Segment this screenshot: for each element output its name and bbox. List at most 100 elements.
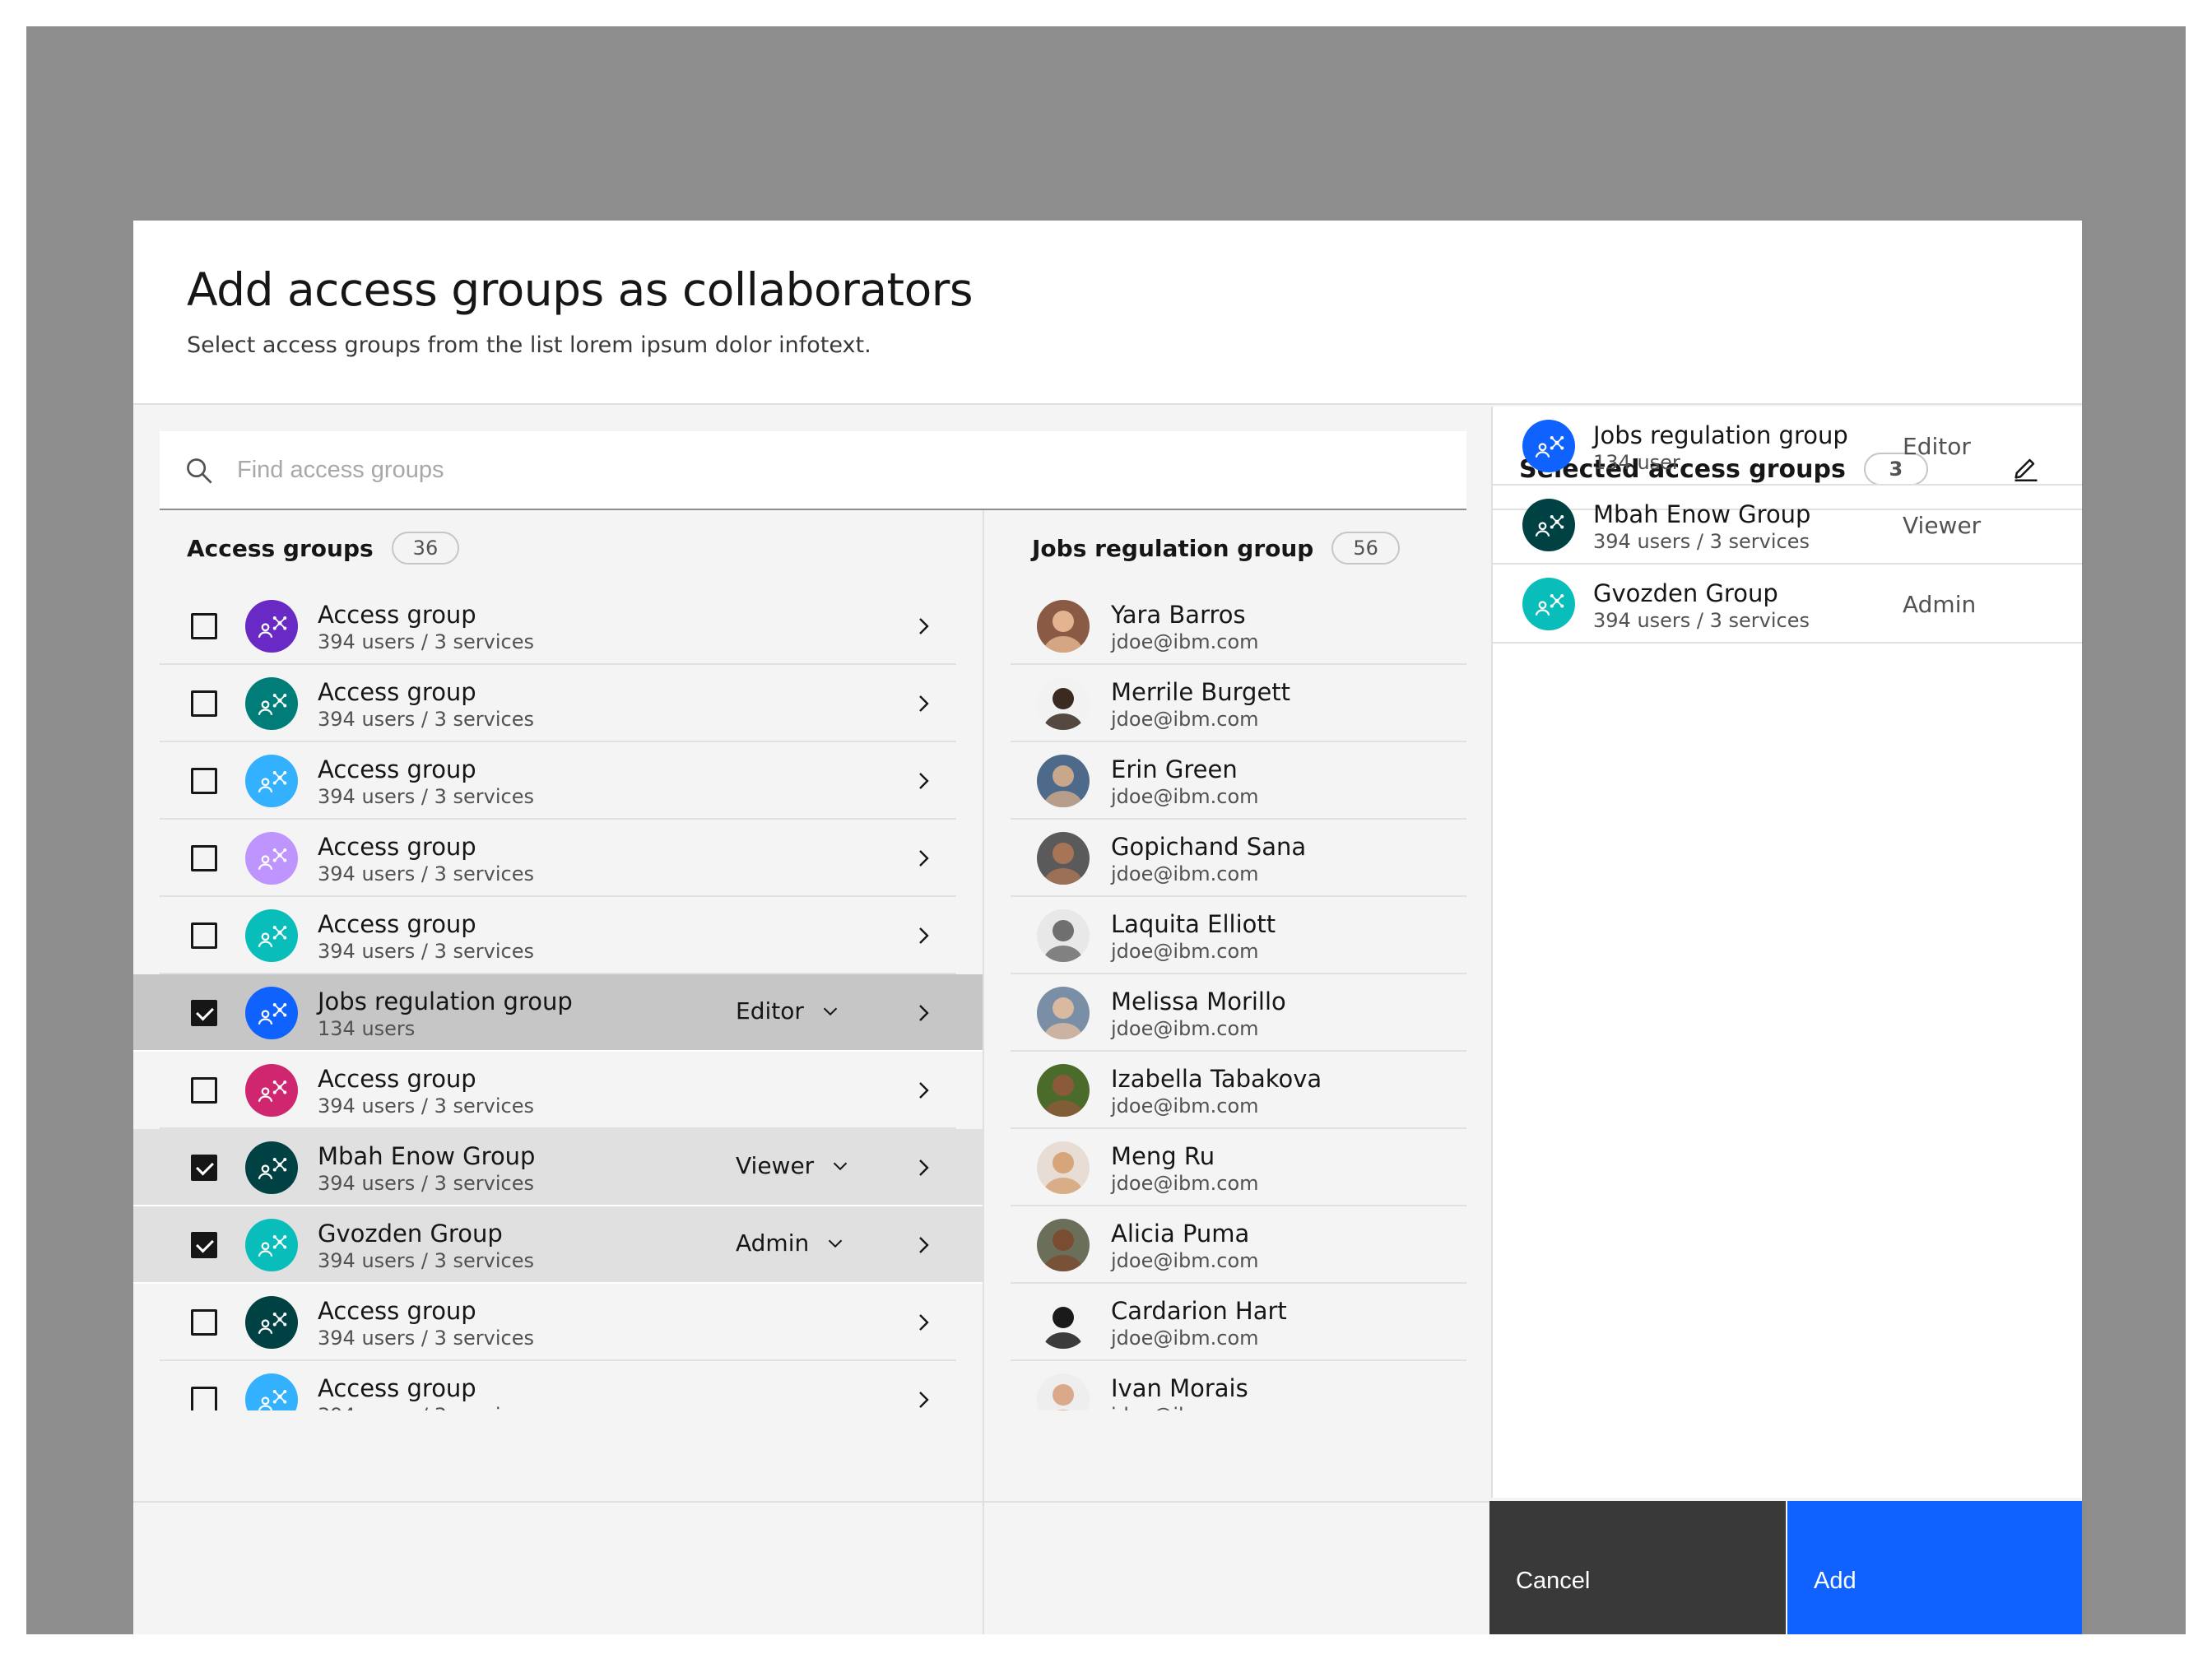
cancel-button[interactable]: Cancel (1489, 1501, 1786, 1634)
member-row: Gopichand Sana jdoe@ibm.com (1011, 820, 1466, 897)
chevron-right-icon[interactable] (910, 1077, 936, 1104)
chevron-right-icon[interactable] (910, 613, 936, 639)
group-name: Gvozden Group (318, 1220, 503, 1248)
group-avatar (245, 600, 298, 653)
access-group-list: Access group 394 users / 3 services Access… (133, 588, 983, 1410)
chevron-right-icon[interactable] (910, 922, 936, 949)
access-group-row[interactable]: Access group394 users / 3 services (133, 588, 983, 665)
group-avatar (1522, 499, 1575, 551)
access-group-icon (258, 694, 287, 715)
modal-subtitle: Select access groups from the list lorem… (187, 332, 871, 358)
access-group-icon (258, 1390, 287, 1410)
access-group-row[interactable]: Access group394 users / 3 services (133, 1284, 983, 1361)
access-group-row[interactable]: Access group394 users / 3 services (133, 897, 983, 974)
person-photo-icon (1043, 688, 1083, 730)
role-dropdown[interactable]: Viewer (736, 1152, 850, 1179)
access-groups-count: 36 (391, 532, 460, 565)
member-row: Alicia Puma jdoe@ibm.com (1011, 1206, 1466, 1284)
group-checkbox[interactable] (191, 1155, 217, 1181)
group-checkbox[interactable] (191, 613, 217, 639)
chevron-right-icon[interactable] (910, 1000, 936, 1026)
group-checkbox[interactable] (191, 845, 217, 871)
group-checkbox[interactable] (191, 768, 217, 794)
chevron-down-icon (823, 1007, 838, 1015)
access-group-row[interactable]: Access group394 users / 3 services (133, 1361, 983, 1410)
chevron-right-icon[interactable] (910, 768, 936, 794)
selected-group-role: Viewer (1903, 512, 1982, 539)
member-email: jdoe@ibm.com (1111, 1249, 1259, 1272)
chevron-right-icon[interactable] (910, 690, 936, 717)
group-name: Jobs regulation group (318, 988, 573, 1015)
group-avatar (245, 1373, 298, 1410)
group-name: Access group (318, 755, 476, 783)
group-checkbox[interactable] (191, 1000, 217, 1026)
access-groups-label: Access groups (187, 534, 374, 562)
member-row: Merrile Burgett jdoe@ibm.com (1011, 665, 1466, 742)
access-group-row[interactable]: Jobs regulation group 134 users Editor (133, 974, 983, 1052)
chevron-right-icon[interactable] (910, 1232, 936, 1258)
avatar (1037, 987, 1090, 1039)
role-dropdown-value: Editor (736, 997, 804, 1025)
avatar (1037, 1373, 1090, 1410)
group-avatar (245, 909, 298, 962)
role-dropdown[interactable]: Editor (736, 997, 840, 1025)
group-avatar (245, 1064, 298, 1117)
access-group-row[interactable]: Access group394 users / 3 services (133, 665, 983, 742)
avatar (1037, 1141, 1090, 1194)
member-email: jdoe@ibm.com (1111, 1327, 1259, 1350)
search-bar[interactable] (160, 431, 1466, 510)
person-photo-icon (1043, 1075, 1083, 1117)
member-name: Izabella Tabakova (1111, 1065, 1322, 1093)
access-group-row[interactable]: Access group394 users / 3 services (133, 742, 983, 820)
group-checkbox[interactable] (191, 922, 217, 949)
access-group-icon (258, 1313, 287, 1334)
role-dropdown[interactable]: Admin (736, 1229, 845, 1257)
person-photo-icon (1053, 1384, 1074, 1410)
selected-group-meta: 134 user (1593, 451, 1680, 474)
selected-group-role: Admin (1903, 591, 1977, 618)
chevron-right-icon[interactable] (910, 845, 936, 871)
chevron-right-icon[interactable] (910, 1309, 936, 1336)
search-input[interactable] (237, 431, 1438, 509)
avatar (1037, 1064, 1090, 1117)
access-group-row[interactable]: Access group394 users / 3 services (133, 820, 983, 897)
avatar (1037, 1219, 1090, 1271)
member-row: Yara Barros jdoe@ibm.com (1011, 588, 1466, 665)
group-meta: 394 users / 3 services (318, 1249, 535, 1272)
group-meta: 394 users / 3 services (318, 862, 535, 885)
selected-groups-list: Jobs regulation group 134 user Editor Mbah … (1493, 407, 2082, 644)
person-photo-icon (1043, 1229, 1083, 1271)
access-group-row[interactable]: Mbah Enow Group 394 users / 3 services Vie… (133, 1129, 983, 1206)
avatar (1037, 832, 1090, 885)
access-group-row[interactable]: Access group394 users / 3 services (133, 1052, 983, 1129)
person-photo-icon (1043, 611, 1083, 653)
role-dropdown-value: Viewer (736, 1152, 815, 1179)
group-checkbox[interactable] (191, 1232, 217, 1258)
add-button[interactable]: Add (1787, 1501, 2082, 1634)
person-photo-icon (1043, 997, 1083, 1039)
member-name: Alicia Puma (1111, 1220, 1250, 1248)
chevron-right-icon[interactable] (910, 1387, 936, 1410)
member-row: Cardarion Hart jdoe@ibm.com (1011, 1284, 1466, 1361)
member-name: Meng Ru (1111, 1142, 1215, 1170)
member-email: jdoe@ibm.com (1111, 1017, 1259, 1040)
members-header: Jobs regulation group 56 (1032, 517, 1526, 579)
group-checkbox[interactable] (191, 690, 217, 717)
group-checkbox[interactable] (191, 1309, 217, 1336)
members-group-label: Jobs regulation group (1032, 534, 1314, 562)
access-group-icon (1535, 594, 1564, 616)
selected-group-row: Mbah Enow Group 394 users / 3 services Vie… (1493, 486, 2082, 565)
group-meta: 394 users / 3 services (318, 1172, 535, 1195)
access-group-row[interactable]: Gvozden Group 394 users / 3 services Admin (133, 1206, 983, 1284)
group-checkbox[interactable] (191, 1077, 217, 1104)
group-meta: 394 users / 3 services (318, 940, 535, 963)
person-photo-icon (1043, 920, 1083, 962)
selected-group-meta: 394 users / 3 services (1593, 530, 1810, 553)
group-avatar (1522, 420, 1575, 472)
access-group-icon (1535, 515, 1564, 537)
group-checkbox[interactable] (191, 1387, 217, 1410)
member-row: Laquita Elliott jdoe@ibm.com (1011, 897, 1466, 974)
group-meta: 394 users / 3 services (318, 1327, 535, 1350)
group-name: Access group (318, 833, 476, 861)
chevron-right-icon[interactable] (910, 1155, 936, 1181)
